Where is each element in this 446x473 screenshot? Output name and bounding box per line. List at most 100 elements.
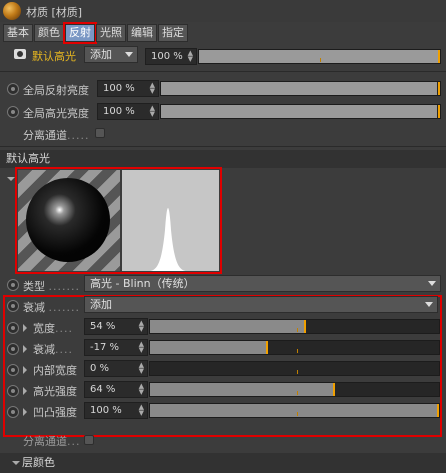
type-label: 类型 ....... [23, 278, 80, 294]
expand-triangle-icon[interactable] [23, 345, 27, 353]
global-reflect-value: 100 % [103, 83, 135, 94]
separate-pass-checkbox[interactable] [95, 128, 105, 138]
param-field[interactable]: 64 % ▲ ▼ [84, 381, 148, 398]
global-specular-slider[interactable] [160, 104, 441, 119]
layer-strength-field[interactable]: 100 % ▲ ▼ [145, 48, 197, 65]
spinner-icon[interactable]: ▲ ▼ [139, 404, 144, 417]
slider-tick [297, 370, 298, 374]
animate-toggle-icon[interactable] [7, 364, 19, 376]
material-preview[interactable] [18, 170, 120, 271]
param-field[interactable]: 100 % ▲ ▼ [84, 402, 148, 419]
param-label: 宽度.... [33, 320, 73, 336]
spinner-icon[interactable]: ▲ ▼ [150, 105, 155, 118]
add-layer-label: 添加 [90, 48, 112, 61]
param-slider[interactable] [149, 403, 440, 418]
type-dropdown[interactable]: 高光 - Blinn（传统） [84, 275, 441, 292]
window-title: 材质 [材质] [26, 6, 83, 19]
layer-name[interactable]: 默认高光 [32, 48, 76, 64]
global-reflect-field[interactable]: 100 % ▲ ▼ [97, 80, 159, 97]
spinner-icon[interactable]: ▲ ▼ [139, 362, 144, 375]
animate-toggle-icon[interactable] [7, 343, 19, 355]
param-label-text: 衰减 [33, 343, 55, 356]
layer-strength-value: 100 % [151, 51, 183, 62]
specular-curve-preview [122, 170, 219, 271]
slider-fill [150, 404, 439, 417]
chevron-down-icon [125, 52, 133, 57]
specular-curve-graph [122, 208, 219, 271]
tab-color[interactable]: 颜色 [34, 24, 64, 42]
type-value: 高光 - Blinn（传统） [90, 277, 195, 290]
animate-toggle-icon[interactable] [7, 406, 19, 418]
animate-toggle-icon[interactable] [7, 322, 19, 334]
slider-handle[interactable] [437, 404, 439, 417]
param-slider[interactable] [149, 319, 440, 334]
dots: .... [55, 322, 73, 335]
slider-tick [297, 391, 298, 395]
slider-handle[interactable] [332, 383, 335, 396]
animate-toggle-icon[interactable] [7, 279, 19, 291]
slider-fill [150, 341, 269, 354]
layer-strength-slider[interactable] [198, 49, 441, 64]
slider-tick [297, 349, 298, 353]
slider-handle[interactable] [149, 362, 150, 375]
animate-toggle-icon[interactable] [7, 385, 19, 397]
spinner-icon[interactable]: ▲ ▼ [139, 320, 144, 333]
expand-triangle-icon[interactable] [23, 387, 27, 395]
param-label-text: 内部宽度 [33, 364, 77, 377]
spinner-icon[interactable]: ▲ ▼ [139, 383, 144, 396]
attenuation-dropdown[interactable]: 添加 [84, 296, 438, 313]
param-value: 0 % [90, 363, 110, 374]
param-field[interactable]: 0 % ▲ ▼ [84, 360, 148, 377]
param-slider[interactable] [149, 382, 440, 397]
param-label-text: 凹凸强度 [33, 406, 77, 419]
param-value: 64 % [90, 384, 116, 395]
param-field[interactable]: 54 % ▲ ▼ [84, 318, 148, 335]
slider-tick [297, 412, 298, 416]
animate-toggle-icon[interactable] [7, 83, 19, 95]
expand-triangle-icon[interactable] [23, 324, 27, 332]
add-layer-dropdown[interactable]: 添加 [84, 46, 138, 63]
expand-triangle-icon[interactable] [23, 408, 27, 416]
expand-triangle-icon[interactable] [23, 366, 27, 374]
layer-color-label: 层颜色 [22, 456, 55, 469]
animate-toggle-icon[interactable] [7, 300, 19, 312]
slider-fill [150, 320, 307, 333]
attenuation-label-text: 衰减 [23, 301, 45, 314]
separate-pass-text: 分离通道 [23, 129, 67, 142]
dots: ... [67, 435, 81, 448]
param-label: 高光强度 [33, 383, 77, 399]
layer-color-header[interactable]: 层颜色 [0, 453, 446, 473]
animate-toggle-icon[interactable] [7, 106, 19, 118]
param-value: 100 % [90, 405, 122, 416]
tab-editor[interactable]: 编辑 [127, 24, 157, 42]
tab-assign[interactable]: 指定 [158, 24, 188, 42]
collapse-triangle-icon[interactable] [7, 177, 15, 181]
attenuation-label: 衰减 ....... [23, 299, 80, 315]
slider-handle[interactable] [304, 320, 307, 333]
divider [0, 71, 446, 72]
param-label-text: 高光强度 [33, 385, 77, 398]
tab-reflectance[interactable]: 反射 [63, 22, 97, 44]
type-label-text: 类型 [23, 280, 45, 293]
spinner-icon[interactable]: ▲ ▼ [188, 50, 193, 63]
spinner-icon[interactable]: ▲ ▼ [139, 341, 144, 354]
param-slider[interactable] [149, 361, 440, 376]
dots: ....... [48, 280, 80, 293]
chevron-down-icon [428, 281, 436, 286]
param-slider[interactable] [149, 340, 440, 355]
expand-triangle-icon[interactable] [12, 461, 20, 465]
spinner-icon[interactable]: ▲ ▼ [150, 82, 155, 95]
param-label: 内部宽度 [33, 362, 77, 378]
tab-bar: 基本 颜色 反射 光照 编辑 指定 [3, 22, 188, 44]
global-reflect-slider[interactable] [160, 81, 441, 96]
slider-handle[interactable] [266, 341, 269, 354]
tab-illumination[interactable]: 光照 [96, 24, 126, 42]
bottom-separate-pass-checkbox[interactable] [84, 435, 94, 445]
global-specular-label: 全局高光亮度 [23, 107, 89, 120]
material-ball-icon [3, 2, 21, 20]
param-field[interactable]: -17 % ▲ ▼ [84, 339, 148, 356]
global-specular-field[interactable]: 100 % ▲ ▼ [97, 103, 159, 120]
eye-icon[interactable] [14, 49, 26, 59]
bottom-separate-pass-text: 分离通道 [23, 435, 67, 448]
tab-basic[interactable]: 基本 [3, 24, 33, 42]
